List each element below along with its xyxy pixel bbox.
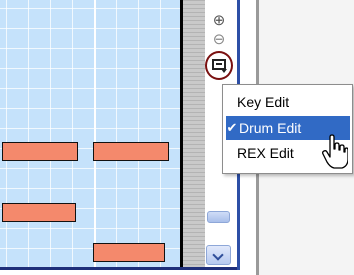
zoom-in-icon[interactable]: ⊕ bbox=[210, 12, 228, 30]
menu-item-label: Drum Edit bbox=[239, 120, 302, 136]
note[interactable] bbox=[2, 142, 78, 161]
scroll-down-button[interactable] bbox=[206, 245, 231, 265]
note[interactable] bbox=[93, 243, 165, 262]
vertical-scroll-thumb[interactable] bbox=[207, 211, 230, 223]
hand-cursor-icon bbox=[322, 134, 348, 169]
check-icon: ✔ bbox=[226, 120, 238, 135]
note[interactable] bbox=[2, 203, 76, 222]
gutter bbox=[183, 0, 205, 267]
note-grid[interactable] bbox=[0, 0, 182, 270]
menu-item-label: REX Edit bbox=[237, 145, 294, 161]
edit-mode-button[interactable] bbox=[205, 51, 233, 80]
window-border bbox=[0, 267, 238, 270]
menu-item-label: Key Edit bbox=[237, 94, 290, 110]
note[interactable] bbox=[93, 142, 169, 161]
chevron-down-icon bbox=[221, 69, 227, 73]
zoom-out-icon[interactable]: ⊖ bbox=[210, 31, 228, 49]
menu-item-key-edit[interactable]: Key Edit bbox=[226, 90, 350, 114]
bar-line bbox=[94, 0, 96, 270]
